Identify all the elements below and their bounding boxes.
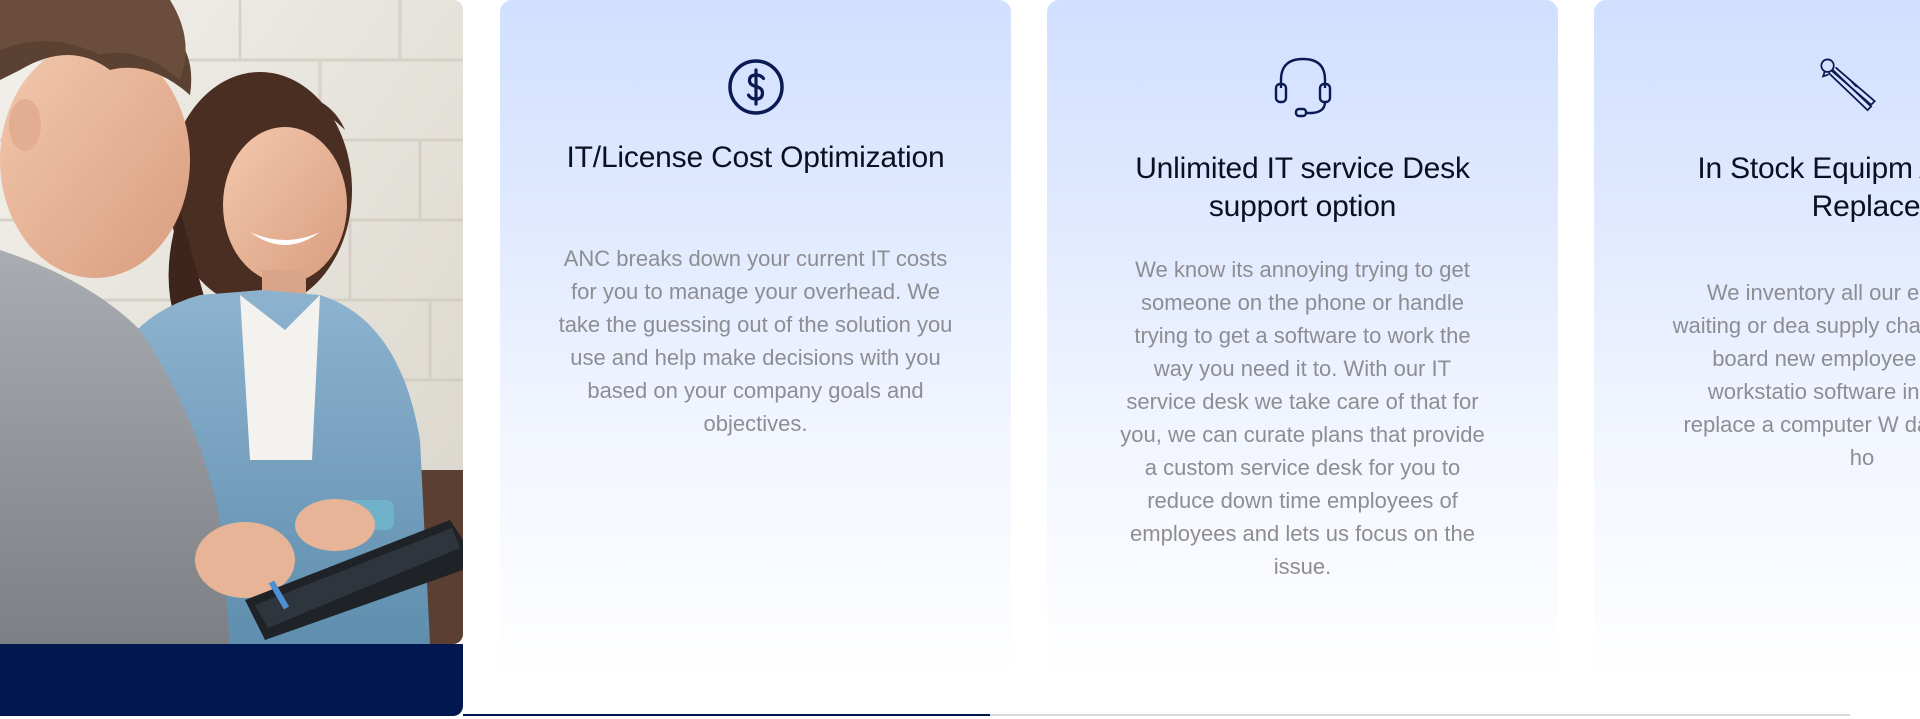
carousel-scrollbar[interactable] bbox=[463, 714, 1850, 716]
card-description: We know its annoying trying to get someo… bbox=[1120, 257, 1485, 579]
headset-icon bbox=[1271, 52, 1335, 122]
service-card-in-stock-equipment: In Stock Equipm Advance Replace We inven… bbox=[1594, 0, 1920, 680]
pliers-icon bbox=[1816, 52, 1880, 122]
team-photo bbox=[0, 0, 463, 644]
service-card-cost-optimization: IT/License Cost Optimization ANC breaks … bbox=[500, 0, 1011, 680]
photo-footer-bar bbox=[0, 644, 463, 716]
card-title: IT/License Cost Optimization bbox=[566, 141, 945, 174]
services-carousel: IT/License Cost Optimization ANC breaks … bbox=[0, 0, 1920, 719]
card-description: We inventory all our ec no more waiting … bbox=[1672, 280, 1920, 470]
card-title: In Stock Equipm Advance Replace bbox=[1697, 152, 1920, 223]
dollar-circle-icon bbox=[724, 52, 788, 122]
carousel-scrollbar-thumb[interactable] bbox=[463, 714, 991, 716]
card-description: ANC breaks down your current IT costs fo… bbox=[558, 246, 953, 436]
card-title: Unlimited IT service Desk support option bbox=[1135, 152, 1470, 223]
service-card-service-desk: Unlimited IT service Desk support option… bbox=[1047, 0, 1558, 680]
